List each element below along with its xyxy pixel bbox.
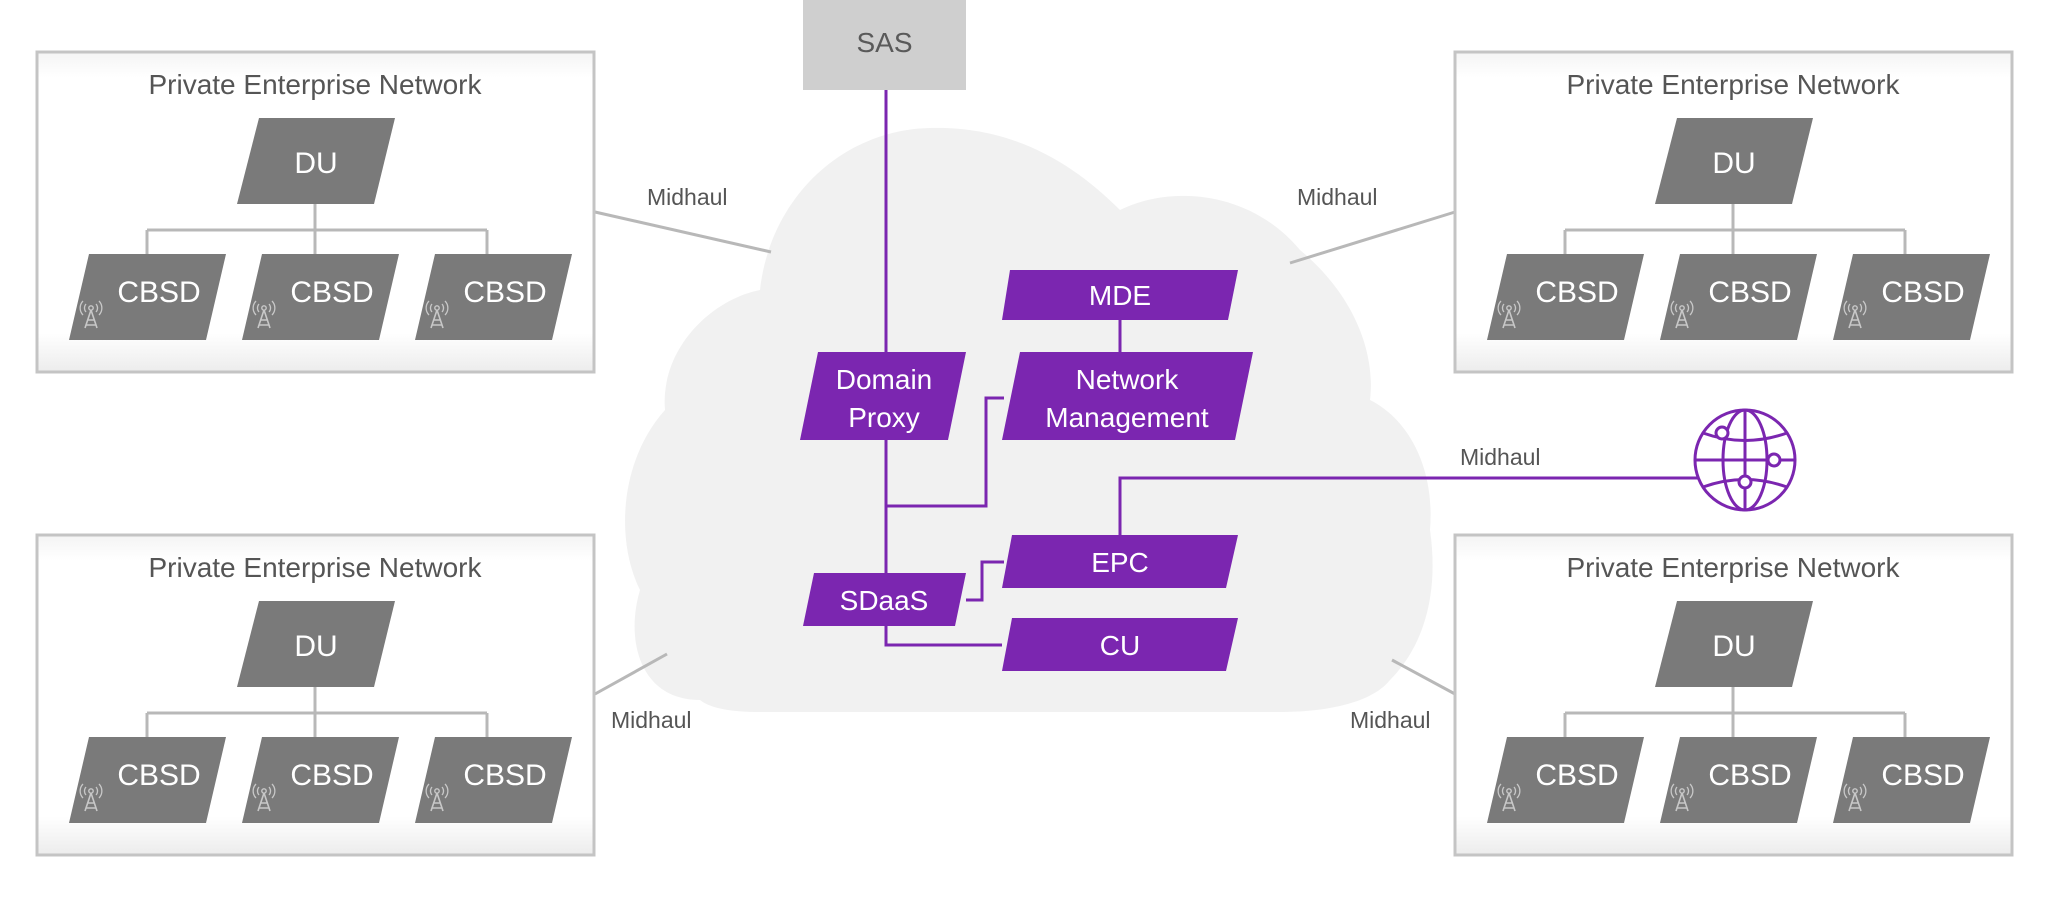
cbsd-label: CBSD: [290, 759, 373, 792]
sdaas-node[interactable]: SDaaS: [803, 573, 966, 626]
cbsd-node[interactable]: CBSD: [415, 254, 572, 340]
cbsd-label: CBSD: [1708, 276, 1791, 309]
globe-network-icon[interactable]: [1693, 408, 1797, 512]
domain-proxy-node[interactable]: Domain Proxy: [800, 352, 966, 440]
cbsd-label: CBSD: [117, 759, 200, 792]
cbsd-node[interactable]: CBSD: [69, 254, 226, 340]
cbsd-node[interactable]: CBSD: [242, 737, 399, 823]
cbsd-node[interactable]: CBSD: [1487, 254, 1644, 340]
du-node[interactable]: DU: [1655, 118, 1813, 204]
midhaul-line-top-left: [594, 210, 772, 254]
domain-proxy-label-line2: Proxy: [848, 402, 920, 433]
cbsd-node[interactable]: CBSD: [1660, 737, 1817, 823]
cbsd-node[interactable]: CBSD: [1833, 254, 1990, 340]
cbsd-label: CBSD: [1881, 759, 1964, 792]
cbsd-label: CBSD: [463, 276, 546, 309]
enterprise-network-top-right: Private Enterprise Network DU CBSD CBSD CBSD: [1453, 50, 2014, 374]
network-management-node[interactable]: Network Management: [1002, 352, 1253, 440]
enterprise-network-bottom-right: Private Enterprise Network DU CBSD CBSD CBSD: [1453, 533, 2014, 857]
network-management-label-line2: Management: [1045, 402, 1209, 433]
cbsd-label: CBSD: [1535, 276, 1618, 309]
midhaul-line-top-right: [1289, 210, 1456, 265]
mde-node[interactable]: MDE: [1002, 270, 1238, 320]
midhaul-label-bottom-left: Midhaul: [611, 707, 692, 733]
midhaul-line-bottom-right: [1391, 658, 1456, 696]
cu-label: CU: [1100, 630, 1140, 661]
sas-label: SAS: [856, 27, 912, 58]
cbsd-node[interactable]: CBSD: [1833, 737, 1990, 823]
cbsd-label: CBSD: [117, 276, 200, 309]
cbsd-label: CBSD: [1708, 759, 1791, 792]
cu-node[interactable]: CU: [1002, 618, 1238, 671]
cbsd-node[interactable]: CBSD: [69, 737, 226, 823]
du-label: DU: [1712, 147, 1755, 180]
du-node[interactable]: DU: [237, 601, 395, 687]
cbsd-label: CBSD: [463, 759, 546, 792]
enterprise-network-top-left: Private Enterprise Network DU CBSD CBSD CBSD: [35, 50, 596, 374]
network-management-label-line1: Network: [1076, 364, 1180, 395]
cbsd-node[interactable]: CBSD: [242, 254, 399, 340]
du-label: DU: [294, 630, 337, 663]
du-node[interactable]: DU: [237, 118, 395, 204]
cbrs-network-diagram: Midhaul Midhaul Midhaul Midhaul SAS Doma…: [35, 0, 2014, 857]
cbsd-label: CBSD: [1535, 759, 1618, 792]
midhaul-label-internet: Midhaul: [1460, 444, 1541, 470]
epc-node[interactable]: EPC: [1002, 535, 1238, 588]
cbsd-node[interactable]: CBSD: [1487, 737, 1644, 823]
midhaul-label-top-right: Midhaul: [1297, 184, 1378, 210]
cbsd-label: CBSD: [1881, 276, 1964, 309]
network-title: Private Enterprise Network: [148, 552, 482, 583]
network-title: Private Enterprise Network: [1566, 69, 1900, 100]
epc-label: EPC: [1091, 547, 1149, 578]
sdaas-label: SDaaS: [840, 585, 929, 616]
cbsd-node[interactable]: CBSD: [415, 737, 572, 823]
du-label: DU: [1712, 630, 1755, 663]
midhaul-label-top-left: Midhaul: [647, 184, 728, 210]
mde-label: MDE: [1089, 280, 1151, 311]
domain-proxy-label-line1: Domain: [836, 364, 932, 395]
cbsd-node[interactable]: CBSD: [1660, 254, 1817, 340]
midhaul-label-bottom-right: Midhaul: [1350, 707, 1431, 733]
enterprise-network-bottom-left: Private Enterprise Network DU CBSD CBSD CBSD: [35, 533, 596, 857]
du-node[interactable]: DU: [1655, 601, 1813, 687]
cbsd-label: CBSD: [290, 276, 373, 309]
network-title: Private Enterprise Network: [1566, 552, 1900, 583]
network-title: Private Enterprise Network: [148, 69, 482, 100]
du-label: DU: [294, 147, 337, 180]
